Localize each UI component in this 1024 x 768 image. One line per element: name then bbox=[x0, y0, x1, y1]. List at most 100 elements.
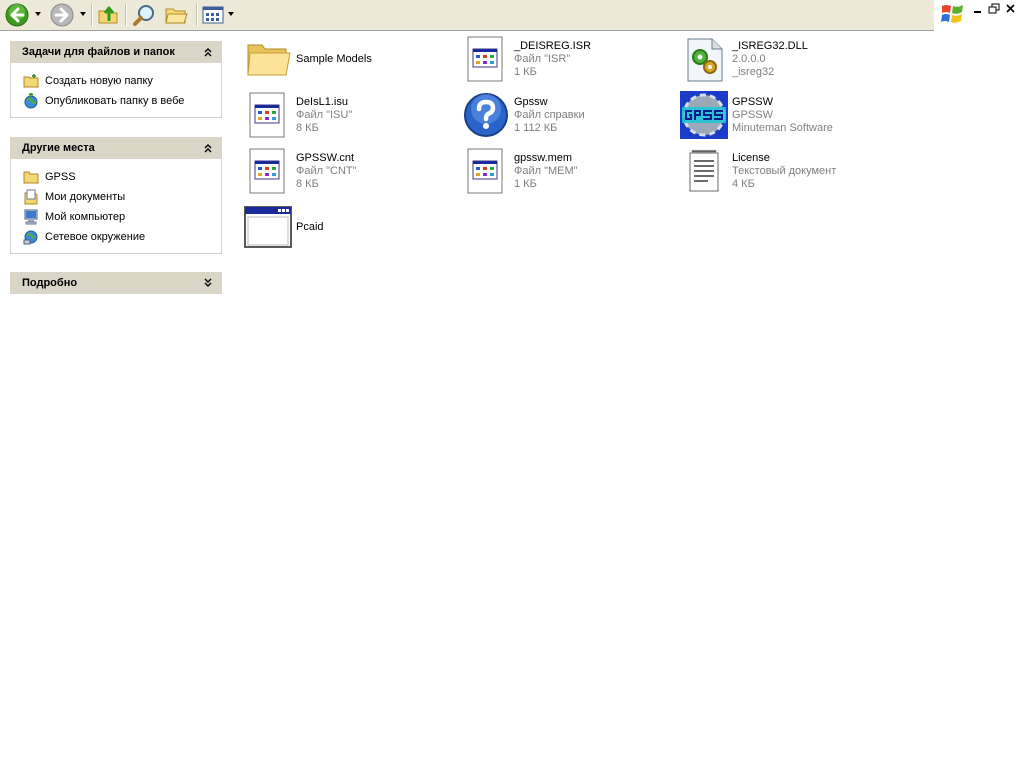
folders-button[interactable] bbox=[162, 3, 190, 27]
application-window-icon bbox=[244, 206, 292, 248]
my-documents-icon bbox=[24, 189, 38, 205]
close-button[interactable] bbox=[1004, 3, 1018, 15]
back-history-dropdown[interactable] bbox=[35, 12, 41, 16]
file-name: GPSSW.cnt bbox=[296, 151, 355, 164]
file-name: Pcaid bbox=[296, 220, 324, 233]
file-size: 1 КБ bbox=[514, 65, 537, 78]
file-item-license[interactable]: License Текстовый документ 4 КБ bbox=[680, 146, 890, 196]
task-publish-web[interactable]: Опубликовать папку в вебе bbox=[23, 91, 221, 111]
panel-title: Другие места bbox=[22, 142, 95, 154]
panel-title: Подробно bbox=[22, 277, 78, 289]
generic-file-icon bbox=[249, 92, 285, 138]
dll-icon bbox=[687, 38, 723, 82]
file-description: GPSSW bbox=[732, 108, 773, 121]
toolbar-separator bbox=[91, 4, 93, 26]
file-name: _ISREG32.DLL bbox=[732, 39, 808, 52]
expand-button[interactable] bbox=[202, 277, 214, 289]
place-label: Мой компьютер bbox=[45, 211, 126, 223]
views-icon bbox=[202, 6, 224, 24]
publish-web-icon bbox=[24, 93, 38, 109]
file-name: _DEISREG.ISR bbox=[514, 39, 592, 52]
place-gpss[interactable]: GPSS bbox=[23, 167, 221, 187]
file-name: gpssw.mem bbox=[514, 151, 573, 164]
gpss-app-icon bbox=[680, 91, 728, 139]
file-item-gpssw-exe[interactable]: GPSSW GPSSW Minuteman Software bbox=[680, 90, 890, 140]
panel-header[interactable]: Другие места bbox=[10, 137, 222, 159]
file-size: 1 112 КБ bbox=[514, 121, 558, 134]
file-version: 2.0.0.0 bbox=[732, 52, 766, 65]
new-folder-icon bbox=[23, 74, 39, 88]
place-label: Мои документы bbox=[45, 191, 126, 203]
task-new-folder[interactable]: Создать новую папку bbox=[23, 71, 221, 91]
file-size: 8 КБ bbox=[296, 177, 319, 190]
file-size: 8 КБ bbox=[296, 121, 319, 134]
back-button[interactable] bbox=[2, 3, 32, 27]
file-name: GPSSW bbox=[732, 95, 773, 108]
file-company: Minuteman Software bbox=[732, 121, 833, 134]
restore-button[interactable] bbox=[987, 3, 1001, 15]
other-places-panel: Другие места GPSS Мои документы Мой комп… bbox=[10, 137, 222, 254]
search-icon bbox=[133, 5, 154, 26]
details-panel: Подробно bbox=[10, 272, 222, 294]
file-item-pcaid[interactable]: Pcaid bbox=[244, 202, 454, 252]
file-name: Sample Models bbox=[296, 52, 372, 65]
panel-header[interactable]: Подробно bbox=[10, 272, 222, 294]
file-item-sample-models[interactable]: Sample Models bbox=[244, 34, 454, 84]
generic-file-icon bbox=[249, 148, 285, 194]
collapse-button[interactable] bbox=[202, 142, 214, 154]
file-name: DeIsL1.isu bbox=[296, 95, 348, 108]
back-icon bbox=[5, 3, 29, 27]
restore-icon bbox=[988, 3, 1000, 14]
place-my-computer[interactable]: Мой компьютер bbox=[23, 207, 221, 227]
file-type: Файл "CNT" bbox=[296, 164, 357, 177]
file-type: Текстовый документ bbox=[732, 164, 837, 177]
file-type: Файл "MEM" bbox=[514, 164, 578, 177]
minimize-icon bbox=[974, 11, 981, 13]
file-item-gpssw-mem[interactable]: gpssw.mem Файл "MEM" 1 КБ bbox=[462, 146, 672, 196]
place-network[interactable]: Сетевое окружение bbox=[23, 227, 221, 247]
collapse-button[interactable] bbox=[202, 46, 214, 58]
folder-icon bbox=[247, 44, 291, 76]
help-icon bbox=[464, 93, 508, 137]
place-my-documents[interactable]: Мои документы bbox=[23, 187, 221, 207]
file-item-deisl1-isu[interactable]: DeIsL1.isu Файл "ISU" 8 КБ bbox=[244, 90, 454, 140]
generic-file-icon bbox=[467, 36, 503, 82]
explorer-toolbar bbox=[0, 0, 934, 31]
search-button[interactable] bbox=[130, 3, 158, 27]
chevron-up-icon bbox=[204, 48, 212, 57]
file-type: Файл "ISU" bbox=[296, 108, 353, 121]
file-size: 1 КБ bbox=[514, 177, 537, 190]
chevron-up-icon bbox=[204, 144, 212, 153]
file-item-isreg32-dll[interactable]: _ISREG32.DLL 2.0.0.0 _isreg32 bbox=[680, 34, 890, 84]
toolbar-separator bbox=[196, 4, 198, 26]
file-type: Файл справки bbox=[514, 108, 585, 121]
text-document-icon bbox=[689, 149, 719, 192]
file-folder-tasks-panel: Задачи для файлов и папок Создать новую … bbox=[10, 41, 222, 118]
file-item-deisreg-isr[interactable]: _DEISREG.ISR Файл "ISR" 1 КБ bbox=[462, 34, 672, 84]
panel-title: Задачи для файлов и папок bbox=[22, 46, 175, 58]
task-label: Создать новую папку bbox=[45, 75, 153, 87]
views-button[interactable] bbox=[200, 3, 226, 27]
network-icon bbox=[23, 230, 38, 245]
place-label: GPSS bbox=[45, 171, 76, 183]
windows-logo-icon bbox=[941, 5, 963, 23]
up-folder-button[interactable] bbox=[95, 3, 121, 27]
forward-history-dropdown[interactable] bbox=[80, 12, 86, 16]
place-label: Сетевое окружение bbox=[45, 231, 146, 243]
file-size: 4 КБ bbox=[732, 177, 755, 190]
toolbar-separator bbox=[125, 4, 127, 26]
file-item-gpssw-cnt[interactable]: GPSSW.cnt Файл "CNT" 8 КБ bbox=[244, 146, 454, 196]
file-name: License bbox=[732, 151, 770, 164]
close-icon bbox=[1006, 4, 1015, 13]
title-corner bbox=[934, 0, 1024, 30]
folder-icon bbox=[23, 171, 39, 184]
folders-icon bbox=[165, 8, 188, 24]
generic-file-icon bbox=[467, 148, 503, 194]
panel-header[interactable]: Задачи для файлов и папок bbox=[10, 41, 222, 63]
minimize-button[interactable] bbox=[971, 3, 985, 15]
file-name: Gpssw bbox=[514, 95, 548, 108]
views-dropdown[interactable] bbox=[228, 12, 234, 16]
chevron-down-icon bbox=[204, 278, 212, 287]
forward-button[interactable] bbox=[47, 3, 77, 27]
file-item-gpssw-help[interactable]: Gpssw Файл справки 1 112 КБ bbox=[462, 90, 672, 140]
